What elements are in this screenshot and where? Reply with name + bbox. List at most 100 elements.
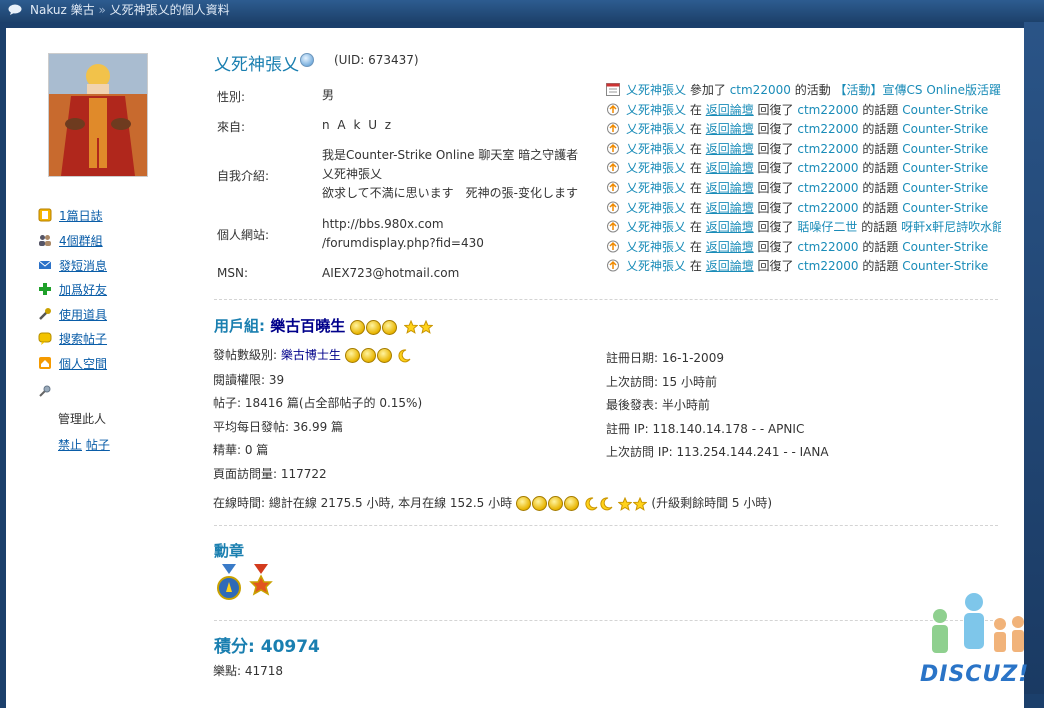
credits-label: 積分: — [214, 637, 255, 657]
feed-topic-link[interactable]: Counter-Strike — [902, 181, 988, 195]
field-value-from: n A k U z — [322, 118, 394, 132]
feed-topic-link[interactable]: 【活動】宣傳CS Online版活躍 — [835, 83, 1001, 97]
field-label-from: 來自: — [217, 120, 246, 134]
feed-verb: 參加了 — [689, 83, 726, 97]
feed-at: 在 — [689, 181, 702, 195]
credits-value: 40974 — [260, 637, 320, 657]
feed-user-link[interactable]: 乂死神張乂 — [626, 83, 686, 97]
stat-last-ip: 上次訪問 IP: 113.254.144.241 - - IANA — [606, 445, 829, 459]
feed-target-link[interactable]: ctm22000 — [797, 240, 858, 254]
feed-forum-link[interactable]: 返回論壇 — [706, 201, 754, 215]
feed-forum-link[interactable]: 返回論壇 — [706, 103, 754, 117]
feed-forum-link[interactable]: 返回論壇 — [706, 259, 754, 273]
group-rank-icons — [350, 318, 433, 336]
online-time-text: 在線時間: 總計在線 2175.5 小時, 本月在線 152.5 小時 — [213, 496, 513, 510]
feed-user-link[interactable]: 乂死神張乂 — [626, 220, 686, 234]
feed-target-link[interactable]: ctm22000 — [797, 201, 858, 215]
smiley-icon — [360, 348, 376, 363]
stat-avg-posts: 平均每日發帖: 36.99 篇 — [213, 420, 344, 434]
feed-topic-link[interactable]: Counter-Strike — [902, 142, 988, 156]
feed-target-link[interactable]: ctm22000 — [797, 181, 858, 195]
smiley-icon — [382, 319, 398, 335]
feed-forum-link[interactable]: 返回論壇 — [706, 161, 754, 175]
stat-reg-ip: 註冊 IP: 118.140.14.178 - - APNIC — [606, 422, 805, 436]
feed-forum-link[interactable]: 返回論壇 — [706, 220, 754, 234]
feed-target-link[interactable]: ctm22000 — [797, 259, 858, 273]
home-icon — [39, 357, 51, 369]
stat-last-post: 最後發表: 半小時前 — [606, 398, 710, 412]
field-label-website: 個人網站: — [217, 228, 270, 242]
feed-forum-link[interactable]: 返回論壇 — [706, 240, 754, 254]
feed-target-link[interactable]: ctm22000 — [797, 161, 858, 175]
sidebar-link-add-friend[interactable]: 加爲好友 — [59, 281, 107, 298]
feed-at: 在 — [689, 259, 702, 274]
breadcrumb: Nakuz 樂古 » 乂死神張乂的個人資料 — [30, 0, 230, 20]
feed-item: 乂死神張乂 在 返回論壇 回復了 ctm22000 的話題 Counter-St… — [606, 100, 1001, 119]
feed-item: 乂死神張乂 在 返回論壇 回復了 ctm22000 的話題 Counter-St… — [606, 119, 1001, 138]
post-level-label: 發帖數級別: — [213, 348, 278, 362]
feed-verb: 回復了 — [757, 161, 794, 176]
smiley-icon — [515, 496, 531, 511]
feed-target-link[interactable]: ctm22000 — [730, 83, 791, 97]
reply-icon — [607, 220, 619, 233]
feed-mid: 的話題 — [862, 141, 899, 156]
feed-verb: 回復了 — [757, 200, 794, 215]
field-value-gender: 男 — [322, 88, 335, 102]
feed-topic-link[interactable]: 呀軒x軒尼詩吹水館 — [901, 220, 1001, 234]
sidebar-link-space[interactable]: 個人空間 — [59, 355, 107, 372]
posts-link[interactable]: 帖子 — [86, 438, 110, 452]
feed-topic-link[interactable]: Counter-Strike — [902, 259, 988, 273]
feed-at: 在 — [689, 239, 702, 254]
feed-target-link[interactable]: ctm22000 — [797, 142, 858, 156]
field-value-intro-line3: 欲求して不満に思います 死神の張-变化します — [322, 186, 578, 200]
stat-page-views: 頁面訪問量: 117722 — [213, 467, 327, 481]
profile-uid: (UID: 673437) — [334, 53, 419, 67]
feed-target-link[interactable]: ctm22000 — [797, 122, 858, 136]
manage-links: 禁止 帖子 — [58, 436, 110, 453]
admin-tool-icon[interactable] — [38, 384, 52, 398]
sidebar-link-message[interactable]: 發短消息 — [59, 257, 107, 274]
group-icon — [39, 235, 51, 246]
feed-forum-link[interactable]: 返回論壇 — [706, 122, 754, 136]
feed-at: 在 — [689, 161, 702, 176]
feed-topic-link[interactable]: Counter-Strike — [902, 103, 988, 117]
field-value-website-line1[interactable]: http://bbs.980x.com — [322, 215, 444, 234]
stat-reg-date: 註冊日期: 16-1-2009 — [606, 351, 724, 365]
field-value-website-line2[interactable]: /forumdisplay.php?fid=430 — [322, 234, 484, 253]
blue-medal-icon[interactable] — [216, 564, 242, 602]
feed-user-link[interactable]: 乂死神張乂 — [626, 259, 686, 273]
feed-item: 乂死神張乂 在 返回論壇 回復了 ctm22000 的話題 Counter-St… — [606, 237, 1001, 256]
feed-user-link[interactable]: 乂死神張乂 — [626, 161, 686, 175]
feed-user-link[interactable]: 乂死神張乂 — [626, 103, 686, 117]
feed-topic-link[interactable]: Counter-Strike — [902, 122, 988, 136]
ban-link[interactable]: 禁止 — [58, 438, 82, 452]
stat-last-visit: 上次訪問: 15 小時前 — [606, 375, 717, 389]
sidebar-link-search-posts[interactable]: 搜索帖子 — [59, 330, 107, 347]
star-icon — [418, 320, 433, 334]
blog-icon — [38, 208, 52, 222]
feed-user-link[interactable]: 乂死神張乂 — [626, 122, 686, 136]
star-icon — [403, 320, 418, 334]
feed-user-link[interactable]: 乂死神張乂 — [626, 201, 686, 215]
feed-forum-link[interactable]: 返回論壇 — [706, 181, 754, 195]
sidebar-link-blog[interactable]: 1篇日誌 — [59, 207, 103, 224]
feed-target-link[interactable]: ctm22000 — [797, 103, 858, 117]
red-medal-icon[interactable] — [248, 564, 274, 602]
feed-topic-link[interactable]: Counter-Strike — [902, 201, 988, 215]
feed-user-link[interactable]: 乂死神張乂 — [626, 142, 686, 156]
feed-topic-link[interactable]: Counter-Strike — [902, 240, 988, 254]
feed-user-link[interactable]: 乂死神張乂 — [626, 181, 686, 195]
feed-forum-link[interactable]: 返回論壇 — [706, 142, 754, 156]
sidebar-link-tools[interactable]: 使用道具 — [59, 306, 107, 323]
feed-topic-link[interactable]: Counter-Strike — [902, 161, 988, 175]
sidebar-link-groups[interactable]: 4個群組 — [59, 232, 103, 249]
stat-read-permission: 閱讀權限: 39 — [213, 373, 285, 387]
feed-item: 乂死神張乂 在 返回論壇 回復了 ctm22000 的話題 Counter-St… — [606, 198, 1001, 217]
feed-target-link[interactable]: 聒噪仔二世 — [797, 220, 857, 234]
feed-user-link[interactable]: 乂死神張乂 — [626, 240, 686, 254]
smiley-icon — [531, 496, 547, 511]
breadcrumb-site[interactable]: Nakuz 樂古 — [30, 3, 95, 17]
breadcrumb-current: 乂死神張乂的個人資料 — [109, 3, 230, 17]
le-points: 樂點: 41718 — [213, 664, 284, 678]
feed-item: 乂死神張乂 在 返回論壇 回復了 ctm22000 的話題 Counter-St… — [606, 178, 1001, 197]
